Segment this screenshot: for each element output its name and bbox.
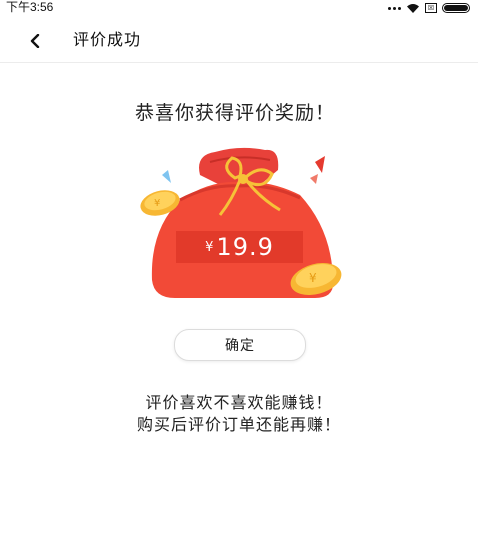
confirm-button[interactable]: 确定	[174, 329, 306, 361]
sim-icon: ☒	[425, 3, 437, 13]
wifi-icon	[407, 3, 419, 13]
chevron-left-icon	[30, 34, 40, 48]
status-icons: ☒	[388, 2, 470, 14]
battery-icon	[442, 3, 470, 13]
nav-bar: 评价成功	[0, 20, 478, 63]
page-title: 评价成功	[73, 30, 142, 49]
svg-text:¥: ¥	[309, 271, 317, 285]
more-dots-icon	[388, 6, 401, 10]
money-bag-icon: ¥ ¥	[140, 147, 342, 298]
status-time: 下午3:56	[6, 0, 54, 14]
promo-line-2: 购买后评价订单还能再赚！	[136, 415, 341, 434]
currency-symbol: ¥	[205, 239, 215, 255]
back-button[interactable]	[20, 26, 50, 56]
reward-amount: ¥ 19.9	[176, 231, 303, 263]
svg-text:¥: ¥	[154, 198, 160, 209]
congrats-heading: 恭喜你获得评价奖励！	[134, 102, 335, 124]
reward-bag-illustration: ¥ ¥ ¥ 19.9	[140, 140, 350, 305]
promo-line-1: 评价喜欢不喜欢能赚钱！	[145, 393, 333, 412]
promo-text: 评价喜欢不喜欢能赚钱！ 购买后评价订单还能再赚！	[0, 392, 478, 436]
reward-amount-value: 19.9	[216, 233, 274, 261]
status-bar: 下午3:56 ☒	[0, 0, 478, 16]
